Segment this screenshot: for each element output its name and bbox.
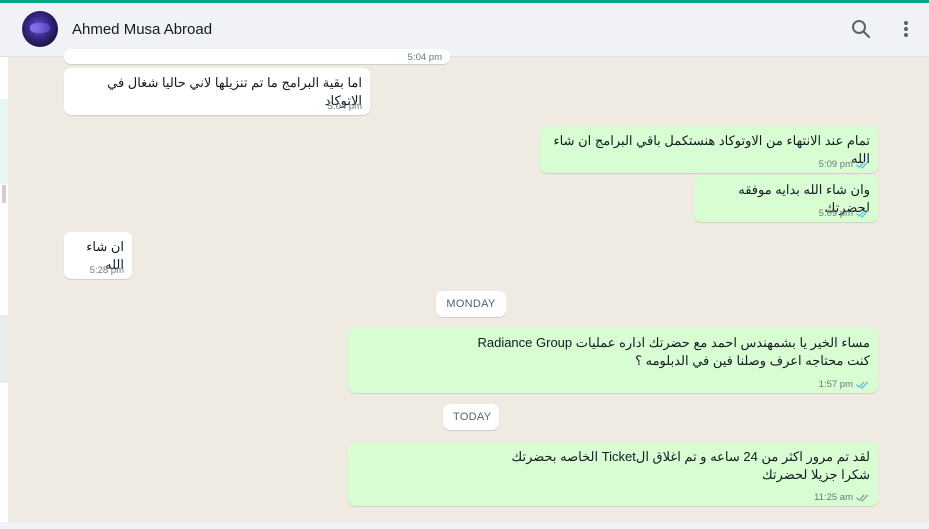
left-panel-edge	[0, 57, 8, 529]
date-separator: MONDAY	[436, 291, 506, 317]
message-time: 5:04 pm	[327, 101, 362, 112]
message-text: اما بقية البرامج ما تم تنزيلها لاني حالي…	[107, 75, 362, 108]
read-receipt-icon	[856, 210, 868, 218]
message-time: 5:09 pm	[819, 208, 870, 219]
message-bubble[interactable]: لقد تم مرور اكثر من 24 ساعه و تم اغلاق ا…	[348, 442, 878, 506]
delivered-receipt-icon	[856, 494, 868, 502]
message-time: 5:09 pm	[819, 159, 870, 170]
contact-avatar[interactable]	[22, 11, 58, 47]
message-bubble[interactable]: تمام عند الانتهاء من الاوتوكاد هنستكمل ب…	[540, 126, 878, 173]
message-time: 5:04 pm	[407, 52, 442, 63]
message-bubble[interactable]: اما بقية البرامج ما تم تنزيلها لاني حالي…	[64, 68, 370, 115]
message-bubble[interactable]: 5:04 pm	[64, 49, 450, 64]
more-vertical-icon[interactable]	[894, 17, 918, 41]
read-receipt-icon	[856, 381, 868, 389]
message-bubble[interactable]: مساء الخير يا بشمهندس احمد مع حضرتك ادار…	[348, 328, 878, 393]
message-text: مساء الخير يا بشمهندس احمد مع حضرتك ادار…	[477, 335, 870, 368]
message-text: لقد تم مرور اكثر من 24 ساعه و تم اغلاق ا…	[511, 449, 871, 482]
message-area[interactable]: 5:04 pm اما بقية البرامج ما تم تنزيلها ل…	[8, 49, 929, 529]
read-receipt-icon	[856, 161, 868, 169]
message-time: 11:25 am	[814, 492, 870, 503]
contact-name[interactable]: Ahmed Musa Abroad	[72, 21, 212, 38]
message-bubble[interactable]: وان شاء الله بدايه موفقه لحضرتك 5:09 pm	[694, 175, 878, 222]
date-separator: TODAY	[443, 404, 499, 430]
message-time: 1:57 pm	[819, 379, 870, 390]
search-icon[interactable]	[849, 17, 873, 41]
message-bubble[interactable]: ان شاء الله 5:28 pm	[64, 232, 132, 279]
message-time: 5:28 pm	[89, 265, 124, 276]
composer-edge	[0, 522, 929, 529]
